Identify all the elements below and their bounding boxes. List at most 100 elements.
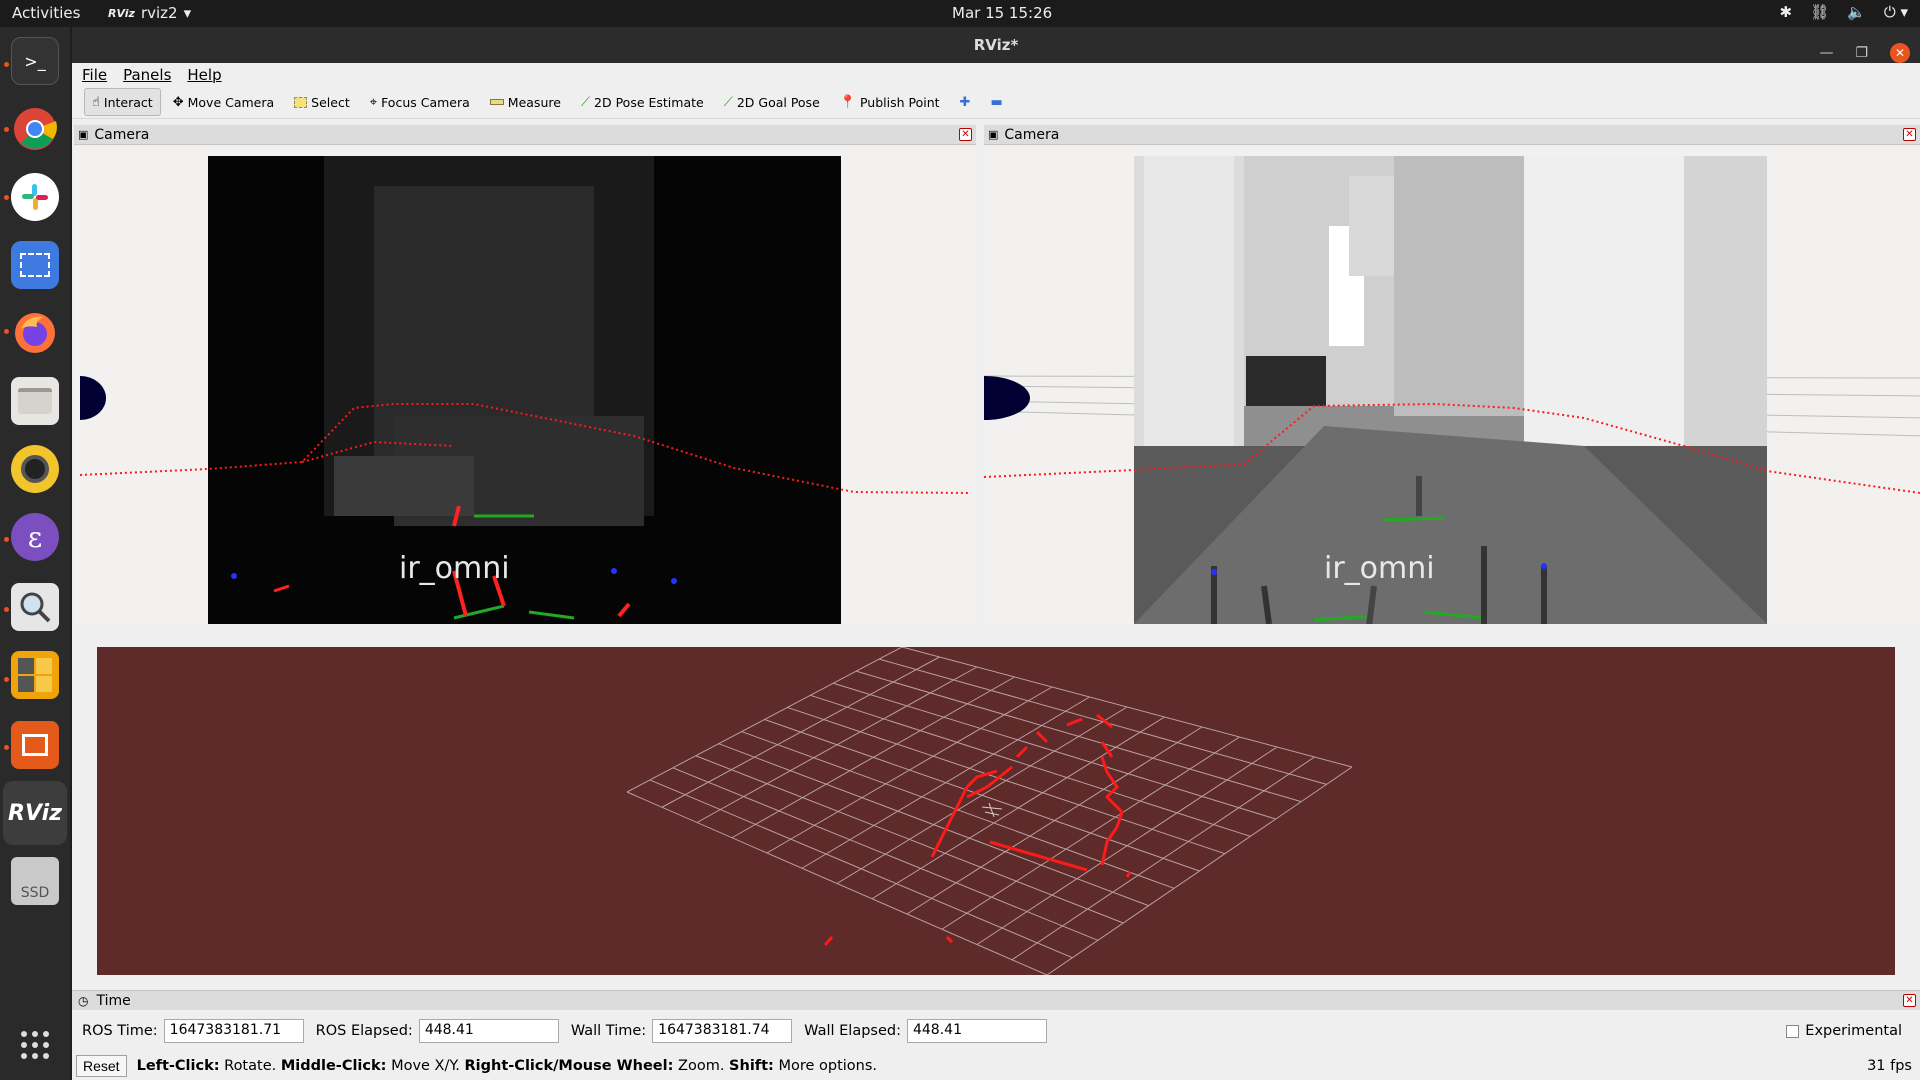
wall-elapsed-field[interactable]: 448.41 — [906, 1019, 1047, 1043]
chevron-down-icon: ▾ — [183, 4, 192, 22]
goal-pose-label: 2D Goal Pose — [736, 94, 820, 110]
right-click-desc: Zoom. — [678, 1058, 725, 1074]
calculator-icon[interactable] — [11, 651, 59, 699]
volume-icon[interactable]: 🔈 — [1847, 3, 1866, 21]
wall-time-label: Wall Time: — [570, 1023, 647, 1039]
reset-button[interactable]: Reset — [76, 1055, 127, 1077]
show-apps-icon[interactable] — [11, 1021, 59, 1069]
emacs-icon[interactable]: ε — [11, 513, 59, 561]
status-bar: Reset Left-Click: Rotate. Middle-Click: … — [72, 1052, 1920, 1080]
wall-time-field[interactable]: 1647383181.74 — [652, 1019, 793, 1043]
interact-tool[interactable]: ☝ Interact — [84, 88, 161, 116]
checkbox-box[interactable] — [1786, 1024, 1800, 1038]
move-camera-label: Move Camera — [187, 94, 275, 110]
hand-pointer-icon: ☝ — [92, 94, 100, 110]
plus-icon: ✚ — [959, 94, 971, 110]
clock[interactable]: Mar 15 15:26 — [952, 4, 1052, 22]
measure-label: Measure — [507, 94, 561, 110]
crosshair-icon: ⌖ — [369, 94, 378, 110]
ros-time-label: ROS Time: — [82, 1023, 158, 1039]
ruler-icon — [489, 99, 504, 105]
app-name: rviz2 — [140, 4, 178, 22]
top-bar: Activities RViz rviz2 ▾ Mar 15 15:26 ✱ ⛓… — [0, 0, 1920, 27]
app-menu[interactable]: RViz rviz2 ▾ — [108, 4, 191, 22]
close-icon[interactable]: ✕ — [1903, 994, 1916, 1007]
chrome-icon[interactable] — [11, 105, 59, 153]
running-indicator — [4, 62, 9, 67]
time-panel-header[interactable]: ◷ Time ✕ — [72, 990, 1920, 1010]
camera-view-left[interactable]: ir_omni — [74, 146, 976, 624]
experimental-checkbox[interactable]: Experimental — [1786, 1023, 1902, 1039]
menu-bar: File Panels Help — [72, 63, 1920, 86]
remove-tool-button[interactable]: ▬ — [982, 88, 1010, 116]
running-indicator — [4, 127, 9, 132]
select-label: Select — [311, 94, 350, 110]
ssd-label: SSD — [20, 885, 50, 901]
frame-label-left: ir_omni — [399, 551, 510, 586]
grid-line — [901, 647, 1353, 768]
grid-line — [1011, 756, 1315, 961]
grid-line — [871, 716, 1165, 900]
close-icon[interactable]: ✕ — [959, 128, 972, 141]
rviz-logo-mini: RViz — [108, 6, 135, 20]
close-icon[interactable]: ✕ — [1890, 43, 1910, 63]
focus-camera-tool[interactable]: ⌖ Focus Camera — [362, 88, 478, 116]
shift-key: Shift: — [729, 1058, 774, 1074]
grid-line — [856, 670, 1302, 803]
interact-label: Interact — [103, 94, 153, 110]
select-tool[interactable]: Select — [286, 88, 358, 116]
ssd-icon[interactable]: SSD — [11, 857, 59, 905]
measure-tool[interactable]: Measure — [482, 88, 569, 116]
maximize-icon[interactable]: ❐ — [1855, 35, 1868, 71]
window-titlebar[interactable]: RViz* — ❐ ✕ — [72, 27, 1920, 63]
activities-button[interactable]: Activities — [12, 4, 80, 22]
files-icon[interactable] — [11, 377, 59, 425]
screenshot-icon[interactable] — [11, 241, 59, 289]
magnifier-icon[interactable] — [11, 583, 59, 631]
terminal-icon[interactable]: >_ — [11, 37, 59, 85]
publish-point-tool[interactable]: 📍 Publish Point — [832, 88, 948, 116]
wall-elapsed-label: Wall Elapsed: — [804, 1023, 901, 1039]
running-indicator — [4, 537, 9, 542]
pose-estimate-label: 2D Pose Estimate — [594, 94, 704, 110]
camera-left-overlay — [79, 156, 970, 624]
left-click-key: Left-Click: — [136, 1058, 220, 1074]
left-click-desc: Rotate. — [224, 1058, 277, 1074]
menu-help[interactable]: Help — [187, 66, 221, 84]
menu-file[interactable]: File — [82, 66, 107, 84]
move-icon: ✥ — [172, 94, 184, 110]
publish-point-label: Publish Point — [859, 94, 940, 110]
network-icon[interactable]: ⛓ — [1810, 3, 1829, 21]
ros-elapsed-field[interactable]: 448.41 — [418, 1019, 559, 1043]
slack-icon[interactable] — [11, 173, 59, 221]
goal-pose-tool[interactable]: ⟋ 2D Goal Pose — [716, 88, 828, 116]
running-indicator — [4, 195, 9, 200]
grid-line — [941, 736, 1240, 930]
minimize-icon[interactable]: — — [1819, 35, 1833, 71]
close-icon[interactable]: ✕ — [1903, 128, 1916, 141]
move-camera-tool[interactable]: ✥ Move Camera — [165, 88, 282, 116]
rviz-icon[interactable]: RViz — [3, 781, 67, 845]
grid-line — [810, 694, 1251, 837]
slack-tray-icon[interactable]: ✱ — [1780, 3, 1793, 21]
rviz-icon-label: RViz — [8, 800, 62, 826]
firefox-icon[interactable] — [11, 309, 59, 357]
pose-estimate-tool[interactable]: ⟋ 2D Pose Estimate — [573, 88, 712, 116]
camera-view-right[interactable]: ir_omni — [984, 146, 1920, 624]
render-3d-view[interactable]: ◂ ▸ — [97, 647, 1895, 975]
help-text: Left-Click: Rotate. Middle-Click: Move X… — [137, 1058, 877, 1074]
grid-and-laser — [626, 647, 1353, 975]
power-icon[interactable]: ⏻ ▾ — [1884, 3, 1908, 21]
add-tool-button[interactable]: ✚ — [952, 88, 979, 116]
ros-time-field[interactable]: 1647383181.71 — [163, 1019, 304, 1043]
running-indicator — [4, 677, 9, 682]
system-tray[interactable]: ✱ ⛓ 🔈 ⏻ ▾ — [1780, 3, 1908, 21]
camera-panel-right-header[interactable]: ▣ Camera ✕ — [984, 125, 1920, 145]
impress-icon[interactable] — [11, 721, 59, 769]
menu-panels[interactable]: Panels — [123, 66, 171, 84]
fps-readout: 31 fps — [1867, 1058, 1912, 1074]
grid-line — [836, 706, 1128, 884]
camera-panel-left-header[interactable]: ▣ Camera ✕ — [74, 125, 976, 145]
green-arrow-icon: ⟋ — [723, 94, 733, 110]
rhythmbox-icon[interactable] — [11, 445, 59, 493]
